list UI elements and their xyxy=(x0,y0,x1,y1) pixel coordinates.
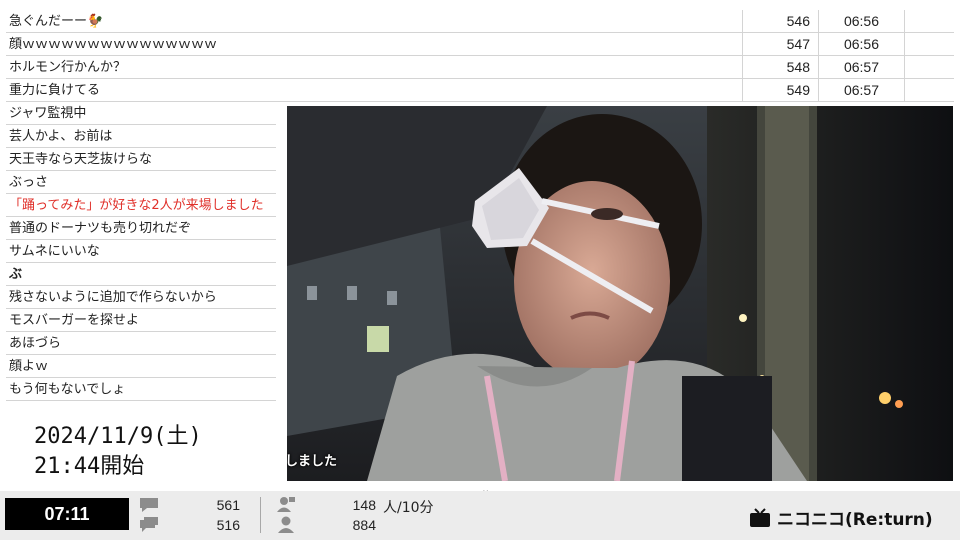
comment-number: 549 xyxy=(743,79,819,101)
comment-number: 546 xyxy=(743,10,819,32)
list-item-highlight[interactable]: 「踊ってみた」が好きな2人が来場しました xyxy=(6,194,276,217)
list-item[interactable]: ぶ xyxy=(6,263,276,286)
comment-text: ホルモン行かんか？ xyxy=(6,56,743,78)
list-item[interactable]: 残さないように追加で作らないから xyxy=(6,286,276,309)
user-icon xyxy=(278,516,294,533)
comment-extra-cell xyxy=(905,56,954,78)
elapsed-time: 07:11 xyxy=(5,498,129,530)
stream-start-time: 21:44開始 xyxy=(34,454,145,479)
list-item[interactable]: ジャワ監視中 xyxy=(6,102,276,125)
comment-table: 急ぐんだーー🐓 546 06:56 顔ｗｗｗｗｗｗｗｗｗｗｗｗｗｗｗ 547 0… xyxy=(6,10,954,102)
list-item[interactable]: あほづら xyxy=(6,332,276,355)
comment-time: 06:56 xyxy=(819,33,905,55)
video-player[interactable]: しました xyxy=(287,106,953,481)
list-item[interactable]: 顔よｗ xyxy=(6,355,276,378)
table-row[interactable]: 顔ｗｗｗｗｗｗｗｗｗｗｗｗｗｗｗ 547 06:56 xyxy=(6,33,954,56)
rate-unit: 人/10分 xyxy=(383,500,434,516)
viewer-icon xyxy=(277,497,295,512)
comment-text: 急ぐんだーー🐓 xyxy=(6,10,743,32)
comment-icon xyxy=(140,498,158,512)
comment-number: 547 xyxy=(743,33,819,55)
comment-extra-cell xyxy=(905,33,954,55)
viewer-count: 148 xyxy=(352,497,376,513)
comment-list: ジャワ監視中 芸人かよ、お前は 天王寺なら天芝抜けらな ぶっさ 「踊ってみた」が… xyxy=(6,102,276,401)
comment-number: 548 xyxy=(743,56,819,78)
video-subtitle: しました xyxy=(287,454,338,469)
list-item[interactable]: もう何もないでしょ xyxy=(6,378,276,401)
list-item[interactable]: サムネにいいな xyxy=(6,240,276,263)
stream-date-info: 2024/11/9(土) 21:44開始 xyxy=(34,422,202,482)
comment-time: 06:57 xyxy=(819,79,905,101)
comments-icon xyxy=(140,517,158,532)
list-item[interactable]: モスバーガーを探せよ xyxy=(6,309,276,332)
divider xyxy=(260,497,261,533)
status-bar: 07:11 561 516 148 884 人/10分 ニコニコ(Re:turn… xyxy=(0,491,960,540)
table-row[interactable]: 急ぐんだーー🐓 546 06:56 xyxy=(6,10,954,33)
logo-text: ニコニコ(Re:turn) xyxy=(777,510,933,530)
comment-time: 06:57 xyxy=(819,56,905,78)
list-item[interactable]: 天王寺なら天芝抜けらな xyxy=(6,148,276,171)
niconico-logo: ニコニコ(Re:turn) xyxy=(749,505,933,530)
video-frame-image xyxy=(287,106,953,481)
comment-text: 顔ｗｗｗｗｗｗｗｗｗｗｗｗｗｗｗ xyxy=(6,33,743,55)
list-item[interactable]: ぶっさ xyxy=(6,171,276,194)
comment-text: 重力に負けてる xyxy=(6,79,743,101)
table-row[interactable]: 重力に負けてる 549 06:57 xyxy=(6,79,954,102)
comment-time: 06:56 xyxy=(819,10,905,32)
stream-date: 2024/11/9(土) xyxy=(34,424,202,449)
comment-count: 561 xyxy=(216,497,240,513)
table-row[interactable]: ホルモン行かんか？ 548 06:57 xyxy=(6,56,954,79)
comment-extra-cell xyxy=(905,79,954,101)
comment-extra-cell xyxy=(905,10,954,32)
comment-count-secondary: 516 xyxy=(216,517,240,533)
list-item[interactable]: 普通のドーナツも売り切れだぞ xyxy=(6,217,276,240)
tv-icon xyxy=(750,507,770,527)
viewer-total: 884 xyxy=(352,517,376,533)
list-item[interactable]: 芸人かよ、お前は xyxy=(6,125,276,148)
